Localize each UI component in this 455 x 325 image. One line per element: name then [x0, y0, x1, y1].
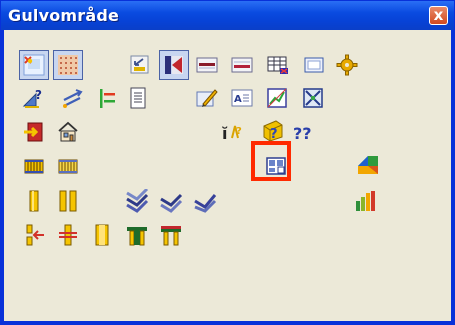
home-icon [58, 121, 78, 142]
bars-icon [356, 191, 375, 211]
bar-icon [196, 57, 218, 73]
bar-button[interactable] [192, 50, 222, 80]
bar-icon-2 [231, 57, 253, 73]
grid-button[interactable] [53, 50, 83, 80]
text-button[interactable]: A [227, 83, 257, 113]
frame-icon [304, 57, 324, 73]
info-text-button[interactable]: ĭ ? [218, 117, 248, 147]
stack-icon-3 [194, 194, 217, 213]
double-help-icon: ?? [293, 124, 312, 143]
title-bar[interactable]: Gulvområde x [1, 1, 454, 30]
stack-icon [126, 189, 149, 213]
wall-button[interactable] [159, 50, 189, 80]
rooms-icon [23, 54, 45, 76]
text-icon: A [231, 89, 253, 107]
rail-button-2[interactable] [53, 151, 83, 181]
join-icon [26, 224, 44, 246]
ruler-help-button[interactable]: ? [19, 83, 49, 113]
color-button[interactable] [353, 149, 383, 179]
cross-icon [303, 88, 323, 108]
rail-icon-2 [58, 159, 78, 174]
close-button[interactable]: x [429, 6, 448, 25]
split-button[interactable] [53, 220, 83, 250]
svg-text:ĭ: ĭ [222, 124, 228, 143]
rail-button[interactable] [19, 151, 49, 181]
info-text-icon: ĭ ? [222, 124, 242, 143]
document-icon [130, 87, 146, 109]
trim-icon [100, 89, 115, 108]
column-button[interactable] [87, 220, 117, 250]
edit-icon [196, 89, 218, 107]
ruler-help-icon: ? [22, 88, 42, 108]
bar-button-2[interactable] [227, 50, 257, 80]
arrow-icon [63, 89, 83, 108]
svg-text:A: A [234, 94, 242, 105]
trim-button[interactable] [92, 83, 122, 113]
exit-icon [24, 122, 43, 142]
svg-text:??: ?? [293, 124, 312, 143]
close-icon: x [433, 6, 444, 24]
exit-button[interactable] [19, 117, 49, 147]
join-button[interactable] [19, 220, 49, 250]
gear-button[interactable] [332, 50, 362, 80]
table-button[interactable] [263, 50, 293, 80]
rail-icon [24, 159, 44, 174]
export-icon [130, 55, 149, 74]
beam-icon [29, 190, 39, 212]
frame-green-icon [127, 227, 147, 246]
beam-double-button[interactable] [53, 186, 83, 216]
column-icon [95, 224, 109, 246]
beam-double-icon [59, 190, 77, 212]
frame-yellow-icon [161, 226, 181, 246]
chart-icon [267, 88, 287, 108]
frame-green-button[interactable] [122, 220, 152, 250]
gear-icon [336, 54, 358, 76]
svg-text:?: ? [35, 88, 42, 102]
frame-button[interactable] [299, 50, 329, 80]
stack-icon-2 [160, 193, 183, 213]
table-icon [267, 56, 288, 74]
svg-text:?: ? [270, 127, 278, 142]
window: Gulvområde x ? A ĭ ? ? ?? [0, 0, 455, 325]
document-button[interactable] [123, 83, 153, 113]
toolbar-panel: ? A ĭ ? ? ?? [4, 30, 451, 321]
color-icon [358, 156, 378, 174]
preview-icon [266, 157, 286, 175]
home-button[interactable] [53, 117, 83, 147]
preview-button[interactable] [261, 151, 291, 181]
split-icon [59, 224, 77, 246]
beam-button[interactable] [19, 186, 49, 216]
wall-icon [165, 56, 183, 74]
double-help-button[interactable]: ?? [289, 117, 319, 147]
help-icon: ? [263, 120, 283, 142]
stack-button[interactable] [122, 186, 152, 216]
frame-yellow-button[interactable] [156, 220, 186, 250]
export-button[interactable] [124, 50, 154, 80]
arrow-button[interactable] [57, 83, 87, 113]
cross-button[interactable] [298, 83, 328, 113]
rooms-button[interactable] [19, 50, 49, 80]
bars-button[interactable] [351, 186, 381, 216]
chart-button[interactable] [262, 83, 292, 113]
grid-icon [58, 55, 78, 75]
svg-text:?: ? [236, 126, 242, 137]
edit-button[interactable] [192, 83, 222, 113]
window-title: Gulvområde [8, 6, 120, 25]
stack-button-3[interactable] [190, 186, 220, 216]
stack-button-2[interactable] [156, 186, 186, 216]
